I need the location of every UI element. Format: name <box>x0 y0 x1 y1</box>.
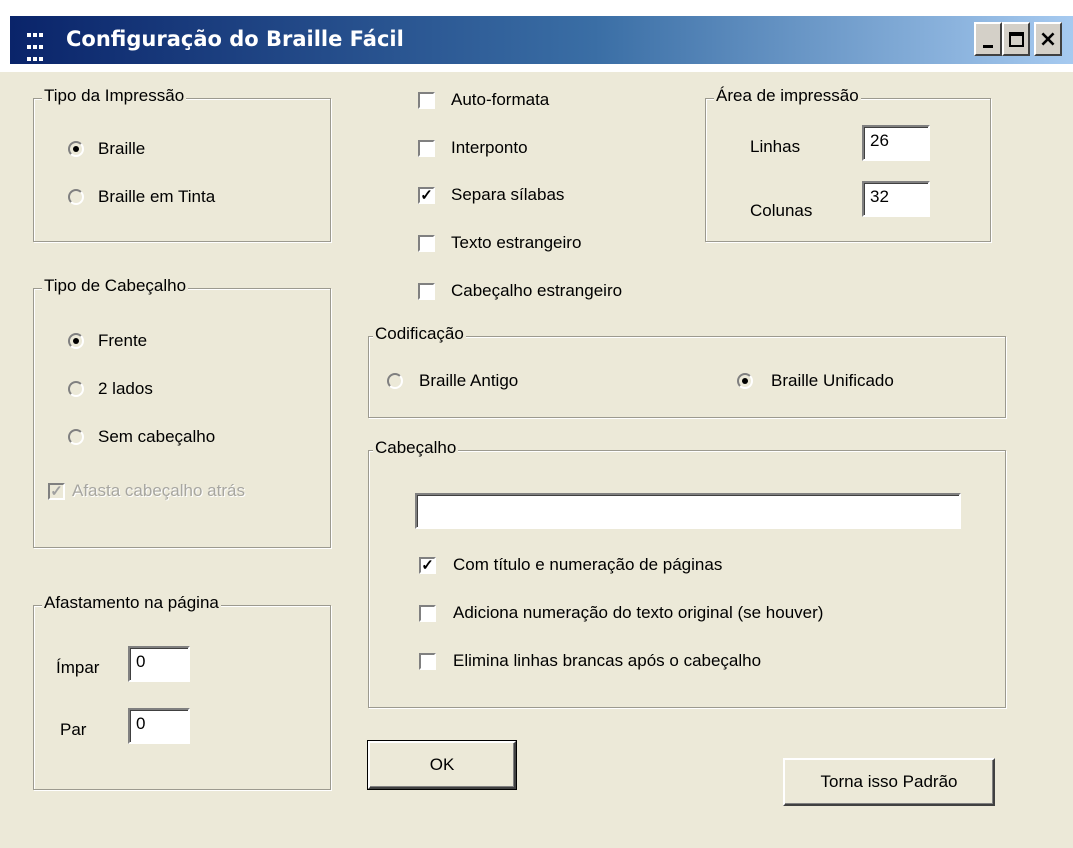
radio-frente[interactable] <box>68 333 84 349</box>
window-title: Configuração do Braille Fácil <box>66 27 404 51</box>
colunas-input-box <box>862 181 930 217</box>
title-bar-frame: Configuração do Braille Fácil × <box>0 0 1073 72</box>
radio-braille-antigo[interactable] <box>387 373 403 389</box>
par-input-box <box>128 708 190 744</box>
tipo-cabecalho-group: Tipo de Cabeçalho Frente 2 lados Sem cab… <box>33 276 331 548</box>
com-titulo-label: Com título e numeração de páginas <box>453 555 723 574</box>
check-icon: ✓ <box>420 187 433 204</box>
radio-2-lados[interactable] <box>68 381 84 397</box>
minimize-button[interactable] <box>974 22 1002 56</box>
cabecalho-estrangeiro-checkbox[interactable] <box>418 283 435 300</box>
linhas-label: Linhas <box>750 137 801 156</box>
radio-braille-em-tinta[interactable] <box>68 189 84 205</box>
auto-formata-checkbox[interactable] <box>418 92 435 109</box>
separa-silabas-checkbox[interactable]: ✓ <box>418 187 435 204</box>
maximize-button[interactable] <box>1002 22 1030 56</box>
check-icon: ✓ <box>50 483 63 500</box>
area-impressao-group: Área de impressão Linhas Colunas <box>705 86 991 242</box>
radio-braille-label: Braille <box>98 139 146 158</box>
texto-estrangeiro-checkbox[interactable] <box>418 235 435 252</box>
com-titulo-checkbox[interactable]: ✓ <box>419 557 436 574</box>
minimize-icon <box>983 44 993 48</box>
colunas-input[interactable] <box>870 187 922 207</box>
adiciona-numeracao-checkbox[interactable] <box>419 605 436 622</box>
tipo-impressao-legend: Tipo da Impressão <box>42 86 187 106</box>
title-bar[interactable]: Configuração do Braille Fácil <box>10 16 1073 64</box>
afastamento-legend: Afastamento na página <box>42 593 221 613</box>
radio-braille-unificado[interactable] <box>737 373 753 389</box>
impar-input-box <box>128 646 190 682</box>
colunas-label: Colunas <box>750 201 813 220</box>
cabecalho-group: Cabeçalho ✓ Com título e numeração de pá… <box>368 438 1006 708</box>
linhas-input[interactable] <box>870 131 922 151</box>
close-icon: × <box>1038 26 1058 52</box>
auto-formata-label: Auto-formata <box>451 90 550 109</box>
impar-input[interactable] <box>136 652 182 672</box>
afasta-cabecalho-checkbox[interactable]: ✓ <box>48 483 65 500</box>
radio-braille-antigo-label: Braille Antigo <box>419 371 519 390</box>
par-label: Par <box>60 720 87 739</box>
afastamento-group: Afastamento na página Ímpar Par <box>33 593 331 790</box>
cabecalho-text-input[interactable] <box>423 499 953 519</box>
radio-braille[interactable] <box>68 141 84 157</box>
impar-label: Ímpar <box>56 658 100 677</box>
radio-frente-label: Frente <box>98 331 148 350</box>
radio-braille-unificado-label: Braille Unificado <box>771 371 894 390</box>
radio-sem-cabecalho-label: Sem cabeçalho <box>98 427 216 446</box>
par-input[interactable] <box>136 714 182 734</box>
interponto-checkbox[interactable] <box>418 140 435 157</box>
tipo-cabecalho-legend: Tipo de Cabeçalho <box>42 276 189 296</box>
check-icon: ✓ <box>421 557 434 574</box>
area-impressao-legend: Área de impressão <box>714 86 861 106</box>
codificacao-group: Codificação Braille Antigo Braille Unifi… <box>368 324 1006 418</box>
tipo-impressao-group: Tipo da Impressão Braille Braille em Tin… <box>33 86 331 242</box>
interponto-label: Interponto <box>451 138 528 157</box>
ok-button[interactable]: OK <box>367 740 517 790</box>
codificacao-legend: Codificação <box>373 324 466 344</box>
torna-padrao-button[interactable]: Torna isso Padrão <box>783 758 995 806</box>
elimina-linhas-label: Elimina linhas brancas após o cabeçalho <box>453 651 762 670</box>
radio-braille-em-tinta-label: Braille em Tinta <box>98 187 216 206</box>
linhas-input-box <box>862 125 930 161</box>
close-button[interactable]: × <box>1034 22 1062 56</box>
elimina-linhas-checkbox[interactable] <box>419 653 436 670</box>
adiciona-numeracao-label: Adiciona numeração do texto original (se… <box>453 603 824 622</box>
cabecalho-legend: Cabeçalho <box>373 438 459 458</box>
separa-silabas-label: Separa sílabas <box>451 185 565 204</box>
cabecalho-estrangeiro-label: Cabeçalho estrangeiro <box>451 281 623 300</box>
maximize-icon <box>1008 31 1024 47</box>
afasta-cabecalho-label: Afasta cabeçalho atrás <box>72 481 245 500</box>
braille-app-icon <box>26 28 52 61</box>
texto-estrangeiro-label: Texto estrangeiro <box>451 233 582 252</box>
cabecalho-text-box <box>415 493 961 529</box>
radio-sem-cabecalho[interactable] <box>68 429 84 445</box>
radio-2-lados-label: 2 lados <box>98 379 153 398</box>
